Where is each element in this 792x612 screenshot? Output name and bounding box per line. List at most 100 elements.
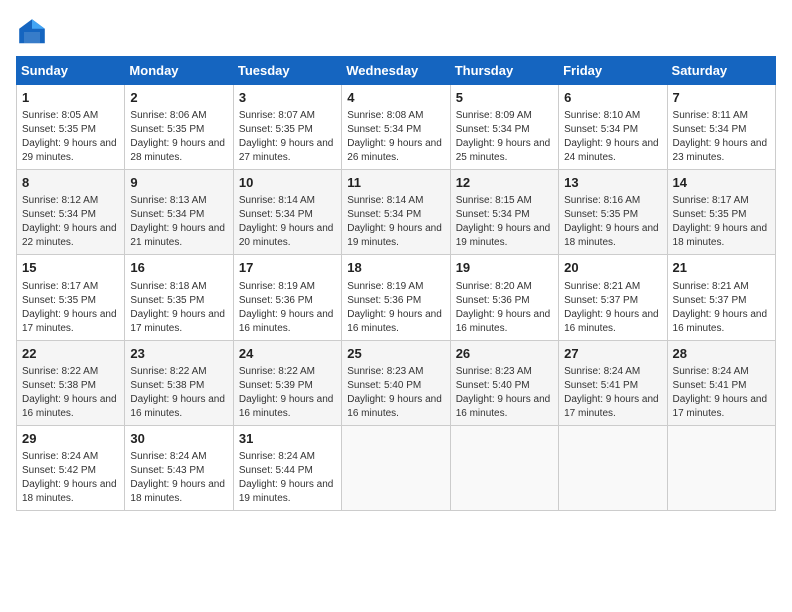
daylight-label: Daylight: 9 hours and 16 minutes.	[347, 394, 442, 419]
sunset-label: Sunset: 5:34 PM	[130, 209, 204, 220]
calendar-cell: 9Sunrise: 8:13 AMSunset: 5:34 PMDaylight…	[125, 170, 233, 255]
calendar-cell: 7Sunrise: 8:11 AMSunset: 5:34 PMDaylight…	[667, 85, 775, 170]
sunset-label: Sunset: 5:36 PM	[239, 295, 313, 306]
calendar-cell: 31 Sunrise: 8:24 AM Sunset: 5:44 PM Dayligh…	[233, 425, 341, 510]
week-row-1: 1Sunrise: 8:05 AMSunset: 5:35 PMDaylight…	[17, 85, 776, 170]
sunset-label: Sunset: 5:42 PM	[22, 465, 96, 476]
day-number: 30	[130, 430, 227, 448]
calendar-cell: 24Sunrise: 8:22 AMSunset: 5:39 PMDayligh…	[233, 340, 341, 425]
sunrise-label: Sunrise: 8:13 AM	[130, 195, 206, 206]
daylight-label: Daylight: 9 hours and 16 minutes.	[673, 309, 768, 334]
sunset-label: Sunset: 5:37 PM	[673, 295, 747, 306]
calendar-cell: 13Sunrise: 8:16 AMSunset: 5:35 PMDayligh…	[559, 170, 667, 255]
daylight-label: Daylight: 9 hours and 16 minutes.	[239, 394, 334, 419]
daylight-label: Daylight: 9 hours and 25 minutes.	[456, 138, 551, 163]
daylight-label: Daylight: 9 hours and 16 minutes.	[347, 309, 442, 334]
sunrise-label: Sunrise: 8:24 AM	[239, 451, 315, 462]
calendar-cell: 26Sunrise: 8:23 AMSunset: 5:40 PMDayligh…	[450, 340, 558, 425]
day-number: 29	[22, 430, 119, 448]
day-number: 23	[130, 345, 227, 363]
day-number: 15	[22, 259, 119, 277]
daylight-label: Daylight: 9 hours and 23 minutes.	[673, 138, 768, 163]
sunrise-label: Sunrise: 8:22 AM	[239, 366, 315, 377]
sunset-label: Sunset: 5:35 PM	[22, 124, 96, 135]
daylight-label: Daylight: 9 hours and 17 minutes.	[564, 394, 659, 419]
calendar-cell: 21Sunrise: 8:21 AMSunset: 5:37 PMDayligh…	[667, 255, 775, 340]
day-number: 10	[239, 174, 336, 192]
sunrise-label: Sunrise: 8:24 AM	[22, 451, 98, 462]
calendar-cell	[667, 425, 775, 510]
daylight-label: Daylight: 9 hours and 22 minutes.	[22, 223, 117, 248]
calendar-cell	[559, 425, 667, 510]
sunrise-label: Sunrise: 8:24 AM	[130, 451, 206, 462]
daylight-label: Daylight: 9 hours and 19 minutes.	[347, 223, 442, 248]
sunrise-label: Sunrise: 8:24 AM	[564, 366, 640, 377]
header	[16, 16, 776, 48]
daylight-label: Daylight: 9 hours and 19 minutes.	[239, 479, 334, 504]
calendar-table: SundayMondayTuesdayWednesdayThursdayFrid…	[16, 56, 776, 511]
day-number: 9	[130, 174, 227, 192]
sunset-label: Sunset: 5:38 PM	[22, 380, 96, 391]
daylight-label: Daylight: 9 hours and 20 minutes.	[239, 223, 334, 248]
week-row-2: 8Sunrise: 8:12 AMSunset: 5:34 PMDaylight…	[17, 170, 776, 255]
sunrise-label: Sunrise: 8:19 AM	[347, 281, 423, 292]
sunset-label: Sunset: 5:34 PM	[673, 124, 747, 135]
calendar-cell: 3Sunrise: 8:07 AMSunset: 5:35 PMDaylight…	[233, 85, 341, 170]
calendar-cell: 6Sunrise: 8:10 AMSunset: 5:34 PMDaylight…	[559, 85, 667, 170]
sunset-label: Sunset: 5:35 PM	[673, 209, 747, 220]
day-number: 21	[673, 259, 770, 277]
calendar-cell: 17Sunrise: 8:19 AMSunset: 5:36 PMDayligh…	[233, 255, 341, 340]
day-number: 20	[564, 259, 661, 277]
sunrise-label: Sunrise: 8:20 AM	[456, 281, 532, 292]
daylight-label: Daylight: 9 hours and 29 minutes.	[22, 138, 117, 163]
day-number: 13	[564, 174, 661, 192]
calendar-cell: 11Sunrise: 8:14 AMSunset: 5:34 PMDayligh…	[342, 170, 450, 255]
day-number: 8	[22, 174, 119, 192]
daylight-label: Daylight: 9 hours and 24 minutes.	[564, 138, 659, 163]
daylight-label: Daylight: 9 hours and 26 minutes.	[347, 138, 442, 163]
day-number: 3	[239, 89, 336, 107]
daylight-label: Daylight: 9 hours and 18 minutes.	[130, 479, 225, 504]
weekday-header-wednesday: Wednesday	[342, 57, 450, 85]
weekday-header-monday: Monday	[125, 57, 233, 85]
daylight-label: Daylight: 9 hours and 16 minutes.	[22, 394, 117, 419]
calendar-cell	[342, 425, 450, 510]
sunset-label: Sunset: 5:35 PM	[564, 209, 638, 220]
day-number: 19	[456, 259, 553, 277]
weekday-header-thursday: Thursday	[450, 57, 558, 85]
calendar-cell: 14Sunrise: 8:17 AMSunset: 5:35 PMDayligh…	[667, 170, 775, 255]
sunset-label: Sunset: 5:35 PM	[130, 124, 204, 135]
daylight-label: Daylight: 9 hours and 16 minutes.	[564, 309, 659, 334]
sunrise-label: Sunrise: 8:22 AM	[22, 366, 98, 377]
sunset-label: Sunset: 5:37 PM	[564, 295, 638, 306]
sunset-label: Sunset: 5:39 PM	[239, 380, 313, 391]
calendar-cell	[450, 425, 558, 510]
calendar-cell: 19Sunrise: 8:20 AMSunset: 5:36 PMDayligh…	[450, 255, 558, 340]
sunrise-label: Sunrise: 8:08 AM	[347, 110, 423, 121]
day-number: 4	[347, 89, 444, 107]
sunrise-label: Sunrise: 8:09 AM	[456, 110, 532, 121]
day-number: 26	[456, 345, 553, 363]
calendar-cell: 4Sunrise: 8:08 AMSunset: 5:34 PMDaylight…	[342, 85, 450, 170]
day-number: 31	[239, 430, 336, 448]
sunset-label: Sunset: 5:34 PM	[239, 209, 313, 220]
day-number: 7	[673, 89, 770, 107]
daylight-label: Daylight: 9 hours and 16 minutes.	[456, 309, 551, 334]
sunrise-label: Sunrise: 8:07 AM	[239, 110, 315, 121]
daylight-label: Daylight: 9 hours and 17 minutes.	[22, 309, 117, 334]
daylight-label: Daylight: 9 hours and 16 minutes.	[239, 309, 334, 334]
daylight-label: Daylight: 9 hours and 18 minutes.	[22, 479, 117, 504]
day-number: 17	[239, 259, 336, 277]
sunset-label: Sunset: 5:36 PM	[347, 295, 421, 306]
sunrise-label: Sunrise: 8:14 AM	[239, 195, 315, 206]
daylight-label: Daylight: 9 hours and 18 minutes.	[564, 223, 659, 248]
calendar-cell: 18Sunrise: 8:19 AMSunset: 5:36 PMDayligh…	[342, 255, 450, 340]
sunset-label: Sunset: 5:40 PM	[347, 380, 421, 391]
weekday-header-friday: Friday	[559, 57, 667, 85]
day-number: 16	[130, 259, 227, 277]
sunrise-label: Sunrise: 8:18 AM	[130, 281, 206, 292]
sunrise-label: Sunrise: 8:17 AM	[22, 281, 98, 292]
sunrise-label: Sunrise: 8:22 AM	[130, 366, 206, 377]
sunset-label: Sunset: 5:44 PM	[239, 465, 313, 476]
logo	[16, 16, 52, 48]
